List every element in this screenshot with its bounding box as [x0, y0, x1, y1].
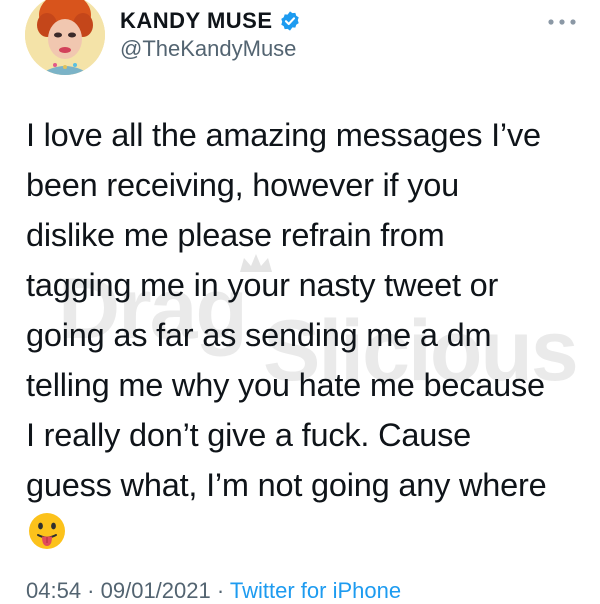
- meta-separator: ·: [81, 578, 101, 603]
- tweet-text: I love all the amazing messages I’ve bee…: [26, 117, 547, 503]
- tweet-source-link[interactable]: Twitter for iPhone: [230, 578, 401, 603]
- meta-separator: ·: [210, 578, 230, 603]
- display-name[interactable]: KANDY MUSE: [120, 8, 273, 34]
- profile-name-row[interactable]: KANDY MUSE: [120, 7, 301, 35]
- more-options-button[interactable]: [545, 12, 579, 32]
- avatar[interactable]: [25, 0, 105, 75]
- verified-badge-icon: [279, 10, 301, 32]
- user-handle[interactable]: @TheKandyMuse: [120, 36, 296, 62]
- tongue-out-emoji-icon: [29, 513, 65, 549]
- avatar-image: [25, 0, 105, 75]
- tweet-date[interactable]: 09/01/2021: [101, 578, 211, 603]
- more-options-icon: [548, 19, 576, 25]
- tweet-time[interactable]: 04:54: [26, 578, 81, 603]
- tweet-meta: 04:54 · 09/01/2021 · Twitter for iPhone: [26, 578, 401, 604]
